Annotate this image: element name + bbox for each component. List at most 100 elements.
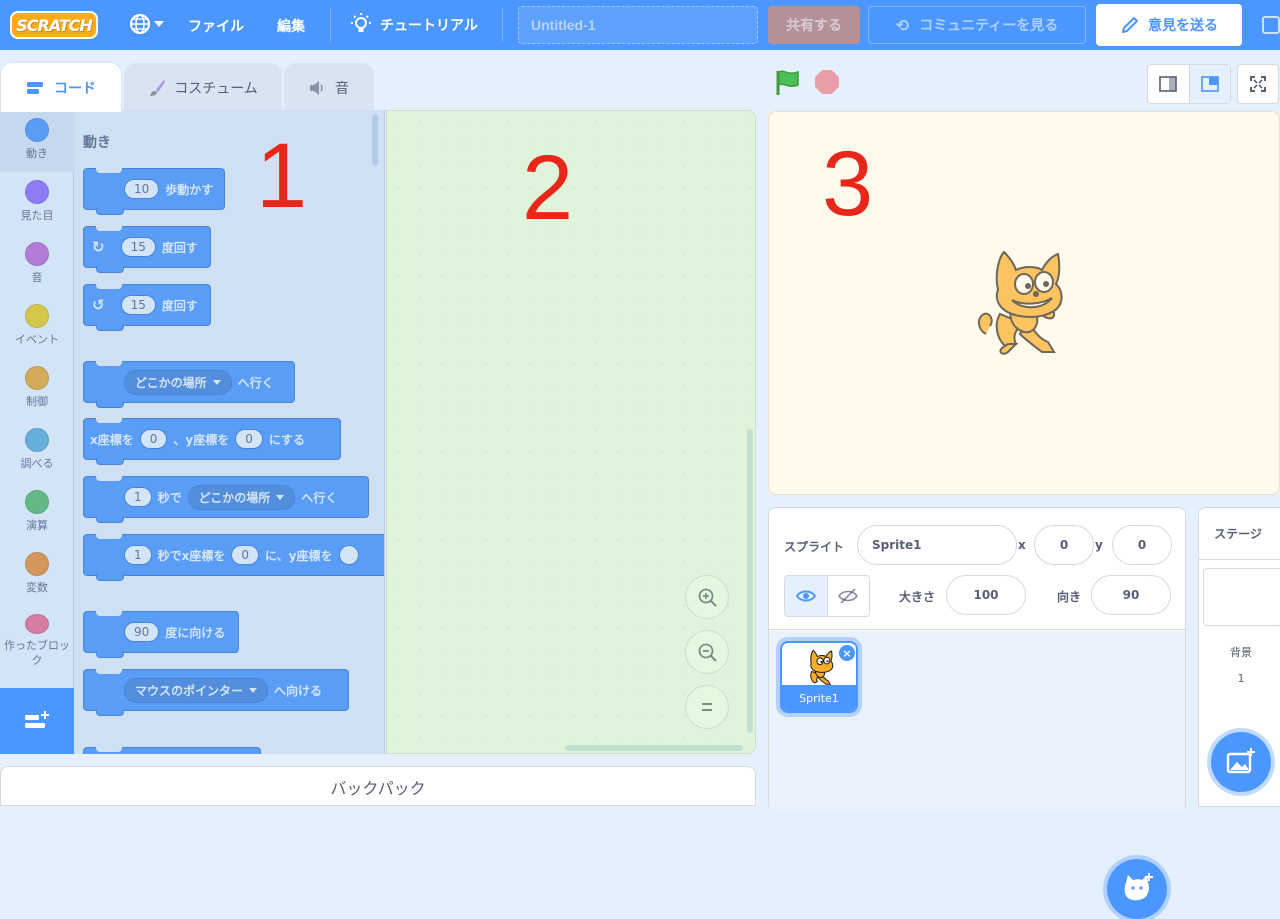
area-2-number: 2 [522,137,574,239]
share-button[interactable]: 共有する [768,6,860,44]
point-towards-block[interactable]: マウスのポインター へ向ける [83,669,349,716]
category-sensing[interactable]: 調べる [0,420,74,482]
x-input[interactable]: 0 [231,545,260,565]
backpack[interactable]: バックパック [0,766,756,806]
feedback-label: 意見を送る [1148,18,1218,34]
palette-scrollbar[interactable] [372,114,378,166]
glide-target-dropdown[interactable]: どこかの場所 [187,484,296,510]
zoom-out-button[interactable] [685,630,729,674]
y-input[interactable] [338,545,359,565]
fullscreen-button[interactable] [1237,64,1279,104]
category-sound[interactable]: 音 [0,234,74,296]
size-label: 大きさ [899,590,936,604]
zoom-in-button[interactable] [685,575,729,619]
pencil-icon [1122,17,1138,33]
block-label: にする [268,432,305,447]
category-operators[interactable]: 演算 [0,482,74,544]
stage-thumbnail[interactable] [1203,568,1280,626]
my-stuff-icon[interactable] [1262,16,1280,34]
tutorial-menu[interactable]: チュートリアル [350,13,478,37]
turn-right-block[interactable]: ↻ 15 度回す [83,226,211,273]
point-towards-dropdown[interactable]: マウスのポインター [124,677,269,703]
add-sprite-button[interactable] [1107,859,1167,919]
stop-icon[interactable] [815,70,839,94]
category-looks[interactable]: 見た目 [0,172,74,234]
block-label: 度回す [161,298,198,313]
sprite-name-input[interactable]: Sprite1 [857,525,1017,565]
tab-costumes-label: コスチューム [174,80,258,97]
steps-input[interactable]: 10 [124,179,160,199]
degrees-input[interactable]: 15 [120,237,156,257]
size-input[interactable]: 100 [946,575,1026,615]
scratch-logo[interactable]: SCRATCH [10,11,98,39]
x-input[interactable]: 0 [139,429,168,449]
y-label: y [1095,538,1103,552]
tab-costumes[interactable]: コスチューム [124,63,282,111]
move-steps-block[interactable]: 10 歩動かす [83,168,225,215]
category-motion[interactable]: 動き [0,110,74,172]
project-title-input[interactable]: Untitled-1 [518,6,758,44]
tutorial-label: チュートリアル [380,18,478,34]
category-color-dot [25,428,49,452]
block-label: 度に向ける [165,625,226,640]
stage-pane-title: ステージ [1199,508,1280,560]
stage-selector[interactable]: ステージ 背景 1 [1198,507,1280,807]
add-backdrop-button[interactable] [1211,732,1271,792]
delete-sprite-icon[interactable]: × [839,645,855,661]
add-extension-button[interactable] [0,688,74,754]
edit-menu[interactable]: 編集 [277,16,305,36]
direction-input[interactable]: 90 [124,622,160,642]
block-label: へ行く [237,375,274,390]
feedback-button[interactable]: 意見を送る [1096,4,1242,46]
sprite-thumbnail[interactable]: × Sprite1 [780,641,858,713]
degrees-input[interactable]: 15 [120,295,156,315]
partial-block[interactable] [83,747,261,754]
cat-sprite-icon[interactable] [972,248,1076,360]
script-vertical-scrollbar[interactable] [747,429,753,733]
glide-xy-block[interactable]: 1 秒でx座標を 0 に、y座標を [83,534,384,581]
category-my-blocks[interactable]: 作ったブロック [0,606,74,668]
add-extension-icon [25,711,49,728]
normal-stage-button[interactable] [1189,65,1230,103]
category-events[interactable]: イベント [0,296,74,358]
glide-block[interactable]: 1 秒で どこかの場所 へ行く [83,476,369,523]
sprite-list: × Sprite1 [769,631,1185,919]
see-community-button[interactable]: ⟲ コミュニティーを見る [868,6,1086,44]
small-stage-button[interactable] [1148,65,1190,103]
zoom-reset-button[interactable] [685,685,729,729]
y-input[interactable]: 0 [235,429,263,449]
direction-input[interactable]: 90 [1091,575,1171,615]
tab-sounds[interactable]: 音 [284,63,374,111]
goto-xy-block[interactable]: x座標を 0 、y座標を 0 にする [83,418,341,465]
seconds-input[interactable]: 1 [124,545,152,565]
point-direction-block[interactable]: 90 度に向ける [83,611,239,658]
category-color-dot [25,304,49,328]
category-color-dot [25,614,49,634]
goto-target-dropdown[interactable]: どこかの場所 [124,369,232,395]
category-label: 変数 [26,581,48,594]
file-menu[interactable]: ファイル [188,16,244,36]
tab-code[interactable]: コード [0,62,122,112]
language-menu[interactable] [128,12,164,36]
goto-block[interactable]: どこかの場所 へ行く [83,361,295,408]
category-color-dot [25,490,49,514]
category-variables[interactable]: 変数 [0,544,74,606]
script-horizontal-scrollbar[interactable] [565,745,743,751]
seconds-input[interactable]: 1 [124,487,152,507]
green-flag-icon[interactable] [774,69,802,97]
x-position-input[interactable]: 0 [1034,525,1094,565]
turn-left-block[interactable]: ↺ 15 度回す [83,284,211,331]
y-position-input[interactable]: 0 [1112,525,1172,565]
chevron-down-icon [154,21,164,27]
equals-icon [702,703,712,711]
lightbulb-icon [351,13,371,32]
category-control[interactable]: 制御 [0,358,74,420]
see-community-label: コミュニティーを見る [919,18,1059,34]
category-label: 作ったブロック [4,639,70,667]
show-sprite-button[interactable] [785,576,828,616]
image-add-icon [1226,748,1255,774]
category-menu: 動き 見た目 音 イベント 制御 調べる 演算 変数 作ったブロック [0,110,74,688]
hide-sprite-button[interactable] [828,576,870,616]
sprite-info-pane: スプライト Sprite1 x 0 y 0 大きさ 100 向き 90 × Sp… [768,507,1187,919]
globe-icon [130,14,150,34]
